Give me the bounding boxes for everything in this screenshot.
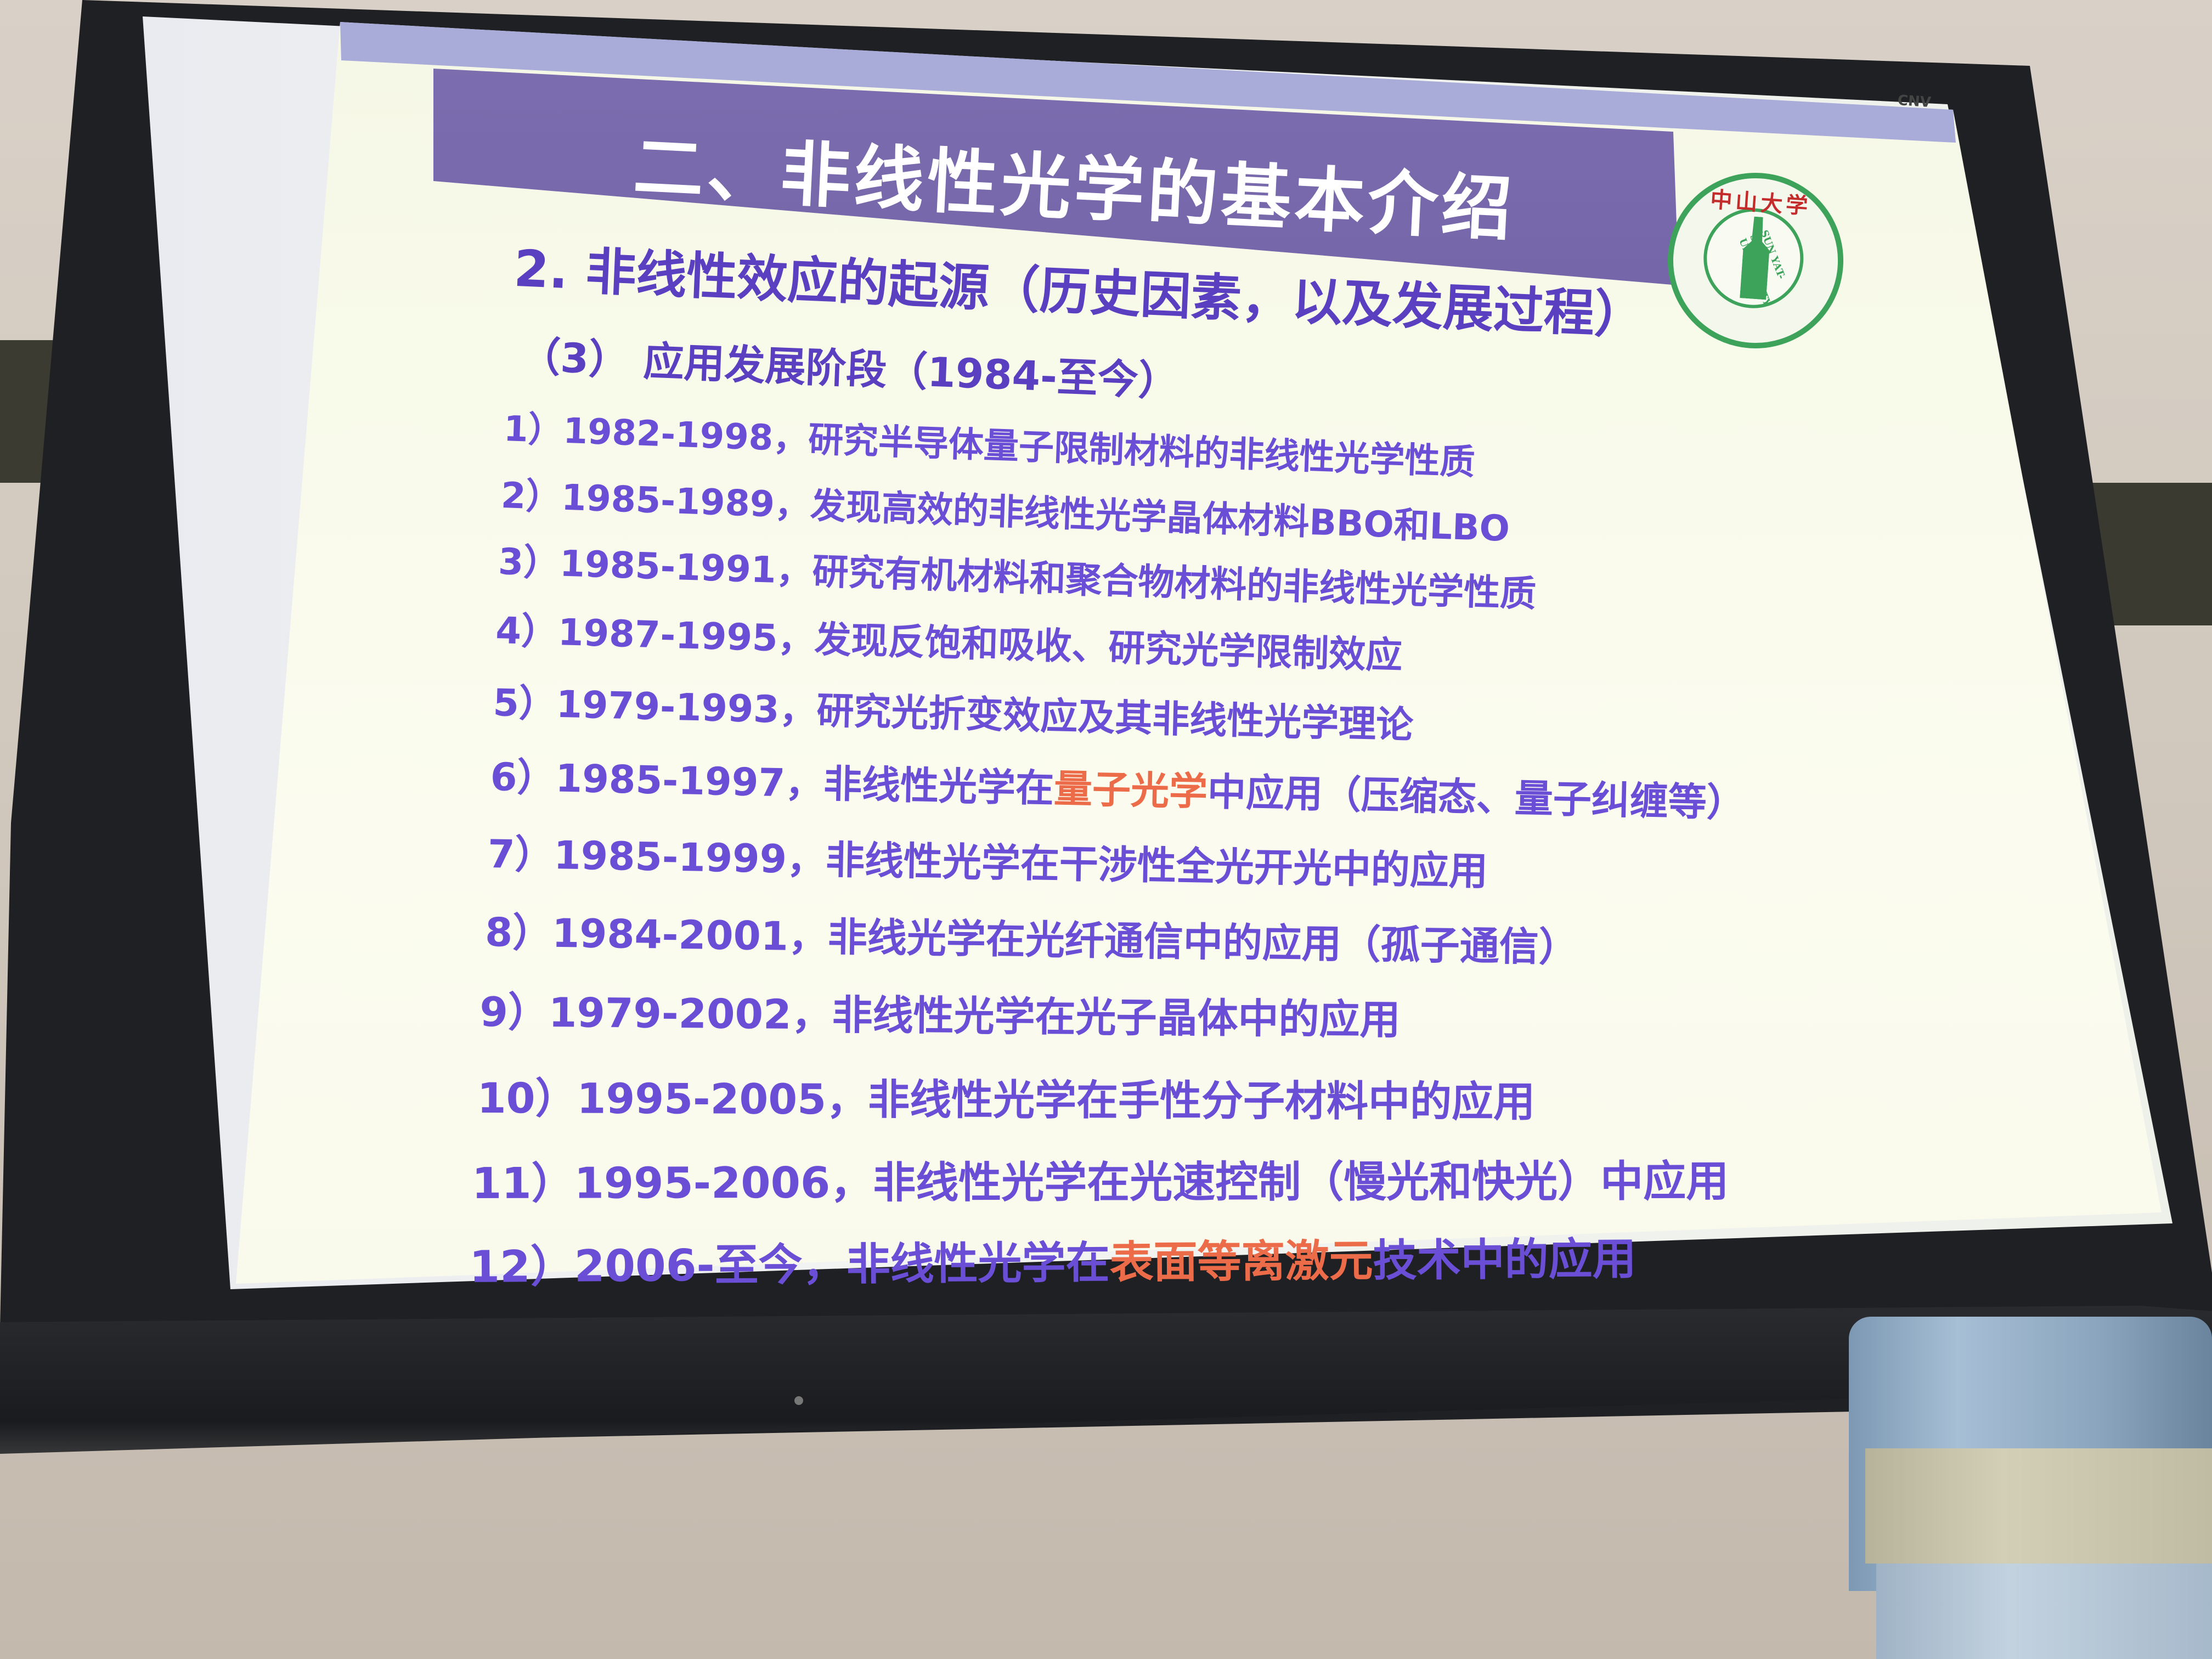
timeline-item-highlight: 量子光学 xyxy=(1053,766,1208,815)
screen-pull-knob xyxy=(794,1396,803,1405)
logo-top-text: 中山大学 xyxy=(1709,187,1812,219)
timeline-item: 12）2006-至今，非线性光学在表面等离激元技术中的应用 xyxy=(469,1223,1637,1295)
timeline-item-text: 12）2006-至今，非线性光学在 xyxy=(469,1237,1110,1293)
timeline-item: 11）1995-2006，非线性光学在光速控制（慢光和快光）中应用 xyxy=(472,1147,1729,1211)
timeline-item-text: 11）1995-2006，非线性光学在光速控制（慢光和快光）中应用 xyxy=(472,1157,1729,1209)
timeline-item-text: 9）1979-2002，非线性光学在光子晶体中的应用 xyxy=(479,988,1401,1044)
water-bottle-band xyxy=(1865,1448,2212,1564)
timeline-item-text-tail: 中应用（压缩态、量子纠缠等） xyxy=(1207,769,1746,826)
timeline-item: 9）1979-2002，非线性光学在光子晶体中的应用 xyxy=(479,979,1401,1046)
timeline-item-text: 6）1985-1997，非线性光学在 xyxy=(489,754,1054,811)
timeline-item-highlight: 表面等离激元 xyxy=(1109,1235,1373,1288)
timeline-item-text-tail: 技术中的应用 xyxy=(1373,1233,1637,1286)
timeline-item: 10）1995-2005，非线性光学在手性分子材料中的应用 xyxy=(477,1064,1536,1128)
timeline-item-text: 10）1995-2005，非线性光学在手性分子材料中的应用 xyxy=(477,1073,1536,1126)
water-bottle-body xyxy=(1876,1564,2212,1659)
